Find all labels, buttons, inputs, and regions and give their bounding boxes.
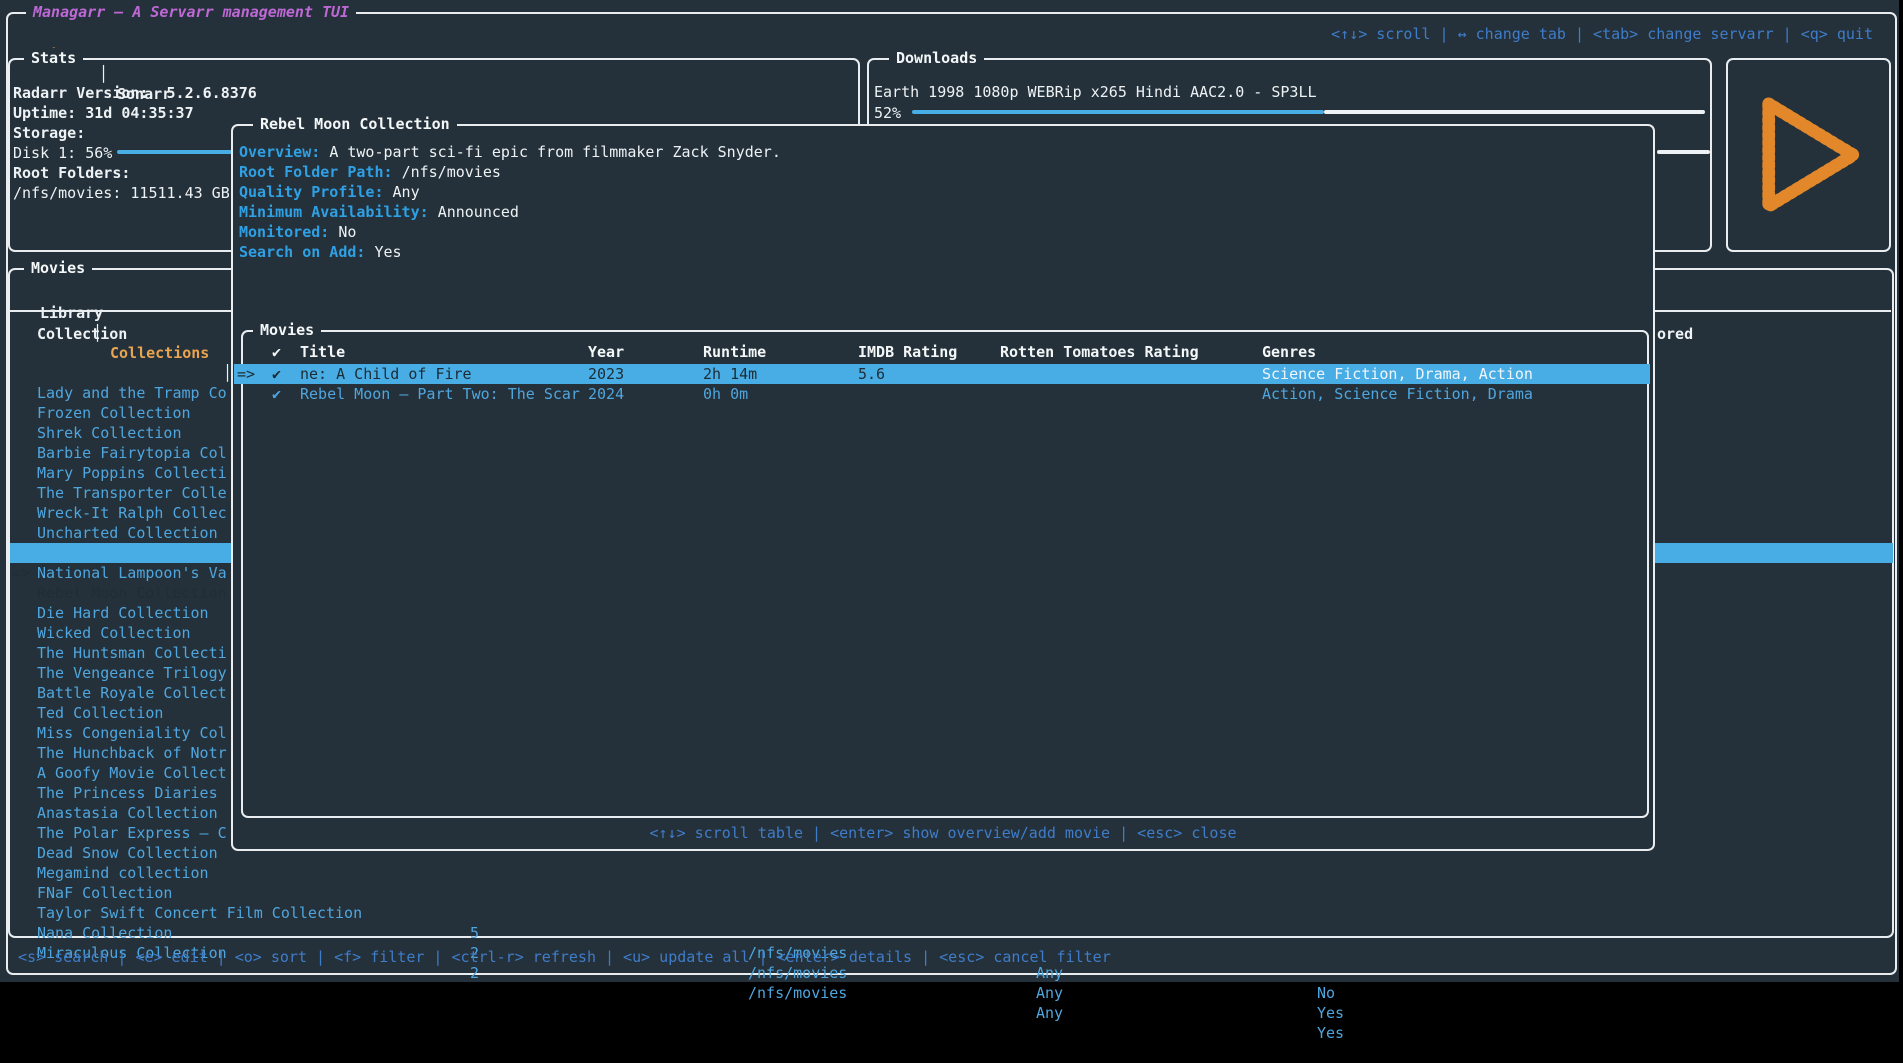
modal-keybind-hints: <↑↓> scroll table | <enter> show overvie… [233, 823, 1653, 843]
movies-panel-title: Movies [24, 258, 92, 278]
downloads-panel-title: Downloads [889, 48, 984, 68]
download-progress-bar-rest [1324, 110, 1705, 114]
movie-table-row-selected[interactable]: => ✔ ne: A Child of Fire 2023 2h 14m 5.6… [234, 364, 1650, 384]
collection-quality-profile: Any [1036, 983, 1063, 1003]
field-root-folder: Root Folder Path: /nfs/movies [239, 162, 501, 182]
version-value: 5.2.6.8376 [167, 84, 257, 102]
tab-library[interactable]: Library [40, 303, 103, 323]
app-title: Managarr – A Servarr management TUI [26, 2, 356, 22]
field-search-on-add: Search on Add: Yes [239, 242, 402, 262]
field-monitored: Monitored: No [239, 222, 356, 242]
movie-genres: Action, Science Fiction, Drama [1262, 384, 1533, 404]
uptime-label: Uptime: [13, 104, 85, 122]
root-folder-value: /nfs/movies [402, 163, 501, 181]
runtime-column-header: Runtime [703, 342, 766, 362]
collection-details-modal: Rebel Moon Collection Overview: A two-pa… [231, 124, 1655, 851]
movie-genres: Science Fiction, Drama, Action [1262, 364, 1533, 384]
overview-label: Overview: [239, 143, 329, 161]
monitored-check-icon: ✔ [272, 384, 281, 404]
monitored-check-column-header: ✔ [272, 342, 281, 362]
stats-version-line: Radarr Version: 5.2.6.8376 [13, 83, 257, 103]
stats-uptime-line: Uptime: 31d 04:35:37 [13, 103, 194, 123]
collection-column-header: Collection [37, 324, 127, 344]
top-keybind-hints: <↑↓> scroll | ↔ change tab | <tab> chang… [1331, 24, 1873, 44]
movie-imdb-rating: 5.6 [858, 364, 885, 384]
genres-column-header: Genres [1262, 342, 1316, 362]
collection-list-item[interactable]: Taylor Swift Concert Film Collection 5 /… [10, 863, 1893, 883]
search-on-add-label: Search on Add: [239, 243, 374, 261]
movie-runtime: 0h 0m [703, 384, 748, 404]
collection-list-item[interactable]: Miraculous Collection 2 /nfs/movies Any … [10, 903, 1893, 923]
movies-table-header-row: ✔ Title Year Runtime IMDB Rating Rotten … [234, 342, 1650, 362]
rotten-tomatoes-column-header: Rotten Tomatoes Rating [1000, 342, 1199, 362]
collection-movie-count: 5 [470, 923, 479, 943]
storage-label: Storage: [13, 123, 85, 143]
collection-list-item[interactable]: Nana Collection 2 /nfs/movies Any Yes [10, 883, 1893, 903]
modal-movies-table-title: Movies [253, 320, 321, 340]
download2-progress-bar-fragment [1657, 150, 1710, 154]
monitored-value: No [338, 223, 356, 241]
download-progress-bar [912, 110, 1324, 114]
download-item-percent: 52% [874, 103, 901, 123]
field-min-availability: Minimum Availability: Announced [239, 202, 519, 222]
collection-flag: Yes [1317, 1003, 1344, 1023]
collection-flag: No [1317, 983, 1335, 1003]
managarr-play-logo-icon [1752, 88, 1870, 222]
search-on-add-value: Yes [374, 243, 401, 261]
collection-flag: Yes [1317, 1023, 1344, 1043]
min-availability-label: Minimum Availability: [239, 203, 438, 221]
movie-runtime: 2h 14m [703, 364, 757, 384]
quality-profile-label: Quality Profile: [239, 183, 393, 201]
root-folders-label: Root Folders: [13, 163, 130, 183]
quality-profile-value: Any [393, 183, 420, 201]
download-item-name: Earth 1998 1080p WEBRip x265 Hindi AAC2.… [874, 82, 1317, 102]
bottom-keybind-hints: <s> search | <e> edit | <o> sort | <f> f… [18, 947, 1111, 967]
disk-usage-label: Disk 1: 56% [13, 143, 112, 163]
movie-year: 2024 [588, 384, 624, 404]
modal-title: Rebel Moon Collection [253, 114, 457, 134]
field-overview: Overview: A two-part sci-fi epic from fi… [239, 142, 781, 162]
monitored-label: Monitored: [239, 223, 338, 241]
field-quality-profile: Quality Profile: Any [239, 182, 420, 202]
title-column-header: Title [300, 342, 345, 362]
movie-title: Rebel Moon – Part Two: The Scar [300, 384, 580, 404]
year-column-header: Year [588, 342, 624, 362]
movie-title: ne: A Child of Fire [300, 364, 472, 384]
monitored-check-icon: ✔ [272, 364, 281, 384]
overview-value: A two-part sci-fi epic from filmmaker Za… [329, 143, 781, 161]
root-folder-label: Root Folder Path: [239, 163, 402, 181]
min-availability-value: Announced [438, 203, 519, 221]
imdb-rating-column-header: IMDB Rating [858, 342, 957, 362]
row-selection-marker: => [237, 364, 255, 384]
collection-quality-profile: Any [1036, 1003, 1063, 1023]
movie-table-row[interactable]: ✔ Rebel Moon – Part Two: The Scar 2024 0… [234, 384, 1650, 404]
collection-root-folder: /nfs/movies [748, 983, 847, 1003]
stats-panel-title: Stats [24, 48, 83, 68]
monitored-column-header-fragment: ored [1657, 324, 1693, 344]
terminal-screen: Managarr – A Servarr management TUI Rada… [0, 0, 1899, 982]
root-folder-usage: /nfs/movies: 11511.43 GB [13, 183, 230, 203]
uptime-value: 31d 04:35:37 [85, 104, 193, 122]
movie-year: 2023 [588, 364, 624, 384]
version-label: Radarr Version: [13, 84, 167, 102]
